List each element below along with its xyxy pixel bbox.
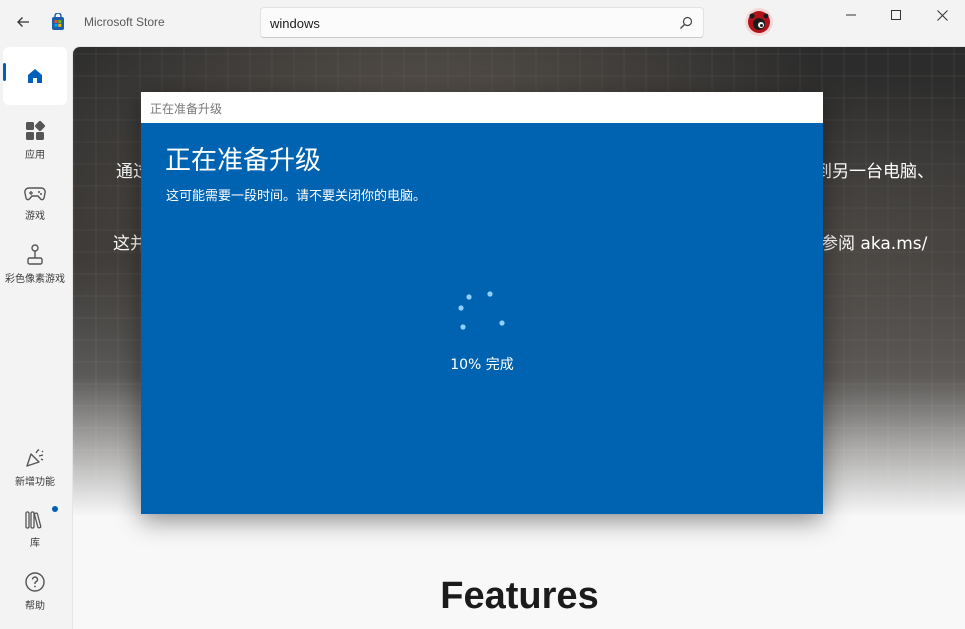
back-button[interactable] [10,10,36,34]
maximize-button[interactable] [873,0,919,30]
back-arrow-icon [17,17,29,27]
hero-text-line2-right: 参阅 aka.ms/ [821,234,928,254]
dialog-window-title: 正在准备升级 [150,102,223,116]
dialog-title-bar: 正在准备升级 [141,92,823,123]
app-title: Microsoft Store [84,15,165,29]
party-popper-icon [26,449,44,467]
close-icon [936,9,948,21]
sidebar-item-home[interactable] [3,47,67,105]
gamepad-icon [24,187,46,201]
sidebar-item-help[interactable]: 帮助 [3,571,67,612]
sidebar-item-whats-new[interactable]: 新增功能 [3,447,67,488]
sidebar-item-library[interactable]: 库 [3,510,67,549]
apps-icon [26,120,46,140]
sidebar: 应用 游戏 彩色像素游戏 新增功能 库 帮助 [0,46,72,629]
features-heading: Features [440,575,599,617]
selection-indicator [3,63,6,81]
sidebar-item-label: 应用 [25,150,45,161]
sidebar-item-label: 游戏 [25,211,45,222]
sidebar-item-label: 新增功能 [15,477,55,488]
loading-spinner-icon [458,291,505,330]
sidebar-item-arcade[interactable]: 彩色像素游戏 [3,244,67,285]
avatar[interactable] [745,8,773,36]
home-icon [28,69,42,83]
store-logo-icon [49,12,67,31]
dialog-body: 正在准备升级 这可能需要一段时间。请不要关闭你的电脑。 10% 完成 [141,123,823,514]
upgrade-dialog: 正在准备升级 正在准备升级 这可能需要一段时间。请不要关闭你的电脑。 10% 完… [141,92,823,514]
close-button[interactable] [919,0,965,30]
sidebar-item-label: 帮助 [25,601,45,612]
progress-label: 10% 完成 [450,357,514,373]
help-icon [25,572,45,592]
search-icon[interactable] [679,16,693,30]
minimize-button[interactable] [828,0,874,30]
search-input[interactable] [270,14,670,32]
sidebar-item-apps[interactable]: 应用 [3,120,67,161]
joystick-icon [27,244,43,265]
dialog-subtitle: 这可能需要一段时间。请不要关闭你的电脑。 [166,189,427,204]
notification-badge [52,506,58,512]
sidebar-item-label: 库 [30,538,40,549]
maximize-icon [891,10,901,20]
hero-text-line1-right: 到另一台电脑、 [815,162,934,182]
sidebar-item-label: 彩色像素游戏 [5,274,65,285]
library-icon [25,511,42,529]
title-bar: Microsoft Store [0,0,965,46]
dialog-heading: 正在准备升级 [165,146,322,176]
sidebar-item-games[interactable]: 游戏 [3,183,67,222]
search-box[interactable] [260,7,704,38]
minimize-icon [846,14,856,16]
